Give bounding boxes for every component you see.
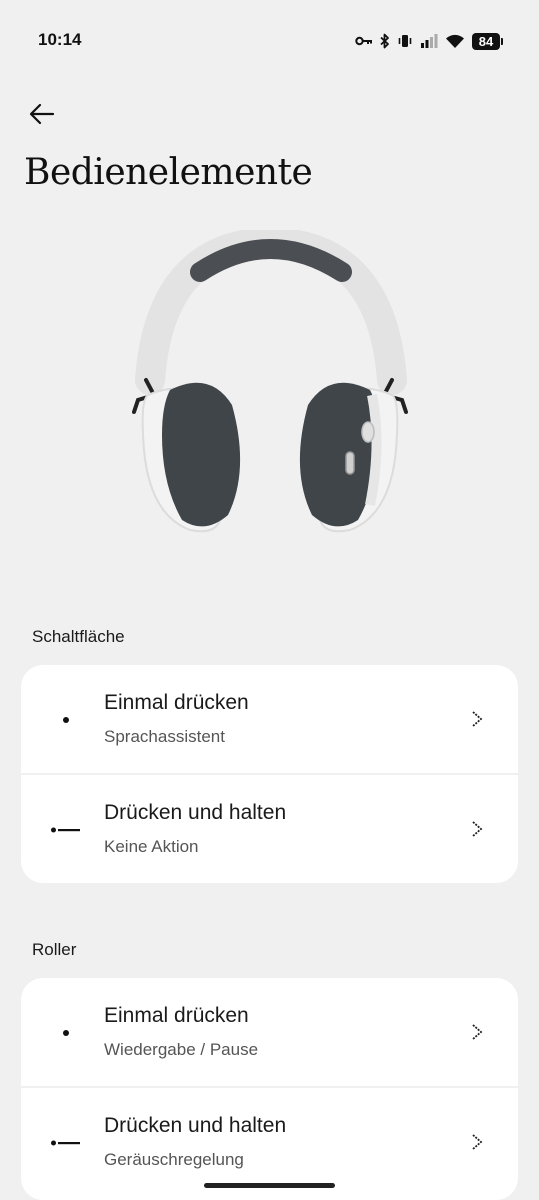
section-label-roller: Roller xyxy=(32,940,77,959)
back-button[interactable] xyxy=(26,98,58,130)
status-bar: 10:14 84 xyxy=(0,0,539,80)
row-roller-press-hold[interactable]: Drücken und halten Geräuschregelung xyxy=(21,1086,518,1196)
row-title: Drücken und halten xyxy=(104,1114,287,1137)
section-label-schaltflaeche: Schaltfläche xyxy=(32,627,125,646)
battery-level: 84 xyxy=(472,32,500,50)
single-press-icon xyxy=(63,1030,69,1036)
row-subtitle: Wiedergabe / Pause xyxy=(104,1040,259,1059)
battery-icon: 84 xyxy=(472,32,503,50)
press-hold-icon xyxy=(51,1140,80,1146)
status-icons: 84 xyxy=(355,30,503,52)
row-roller-single-press[interactable]: Einmal drücken Wiedergabe / Pause xyxy=(21,978,518,1086)
status-time: 10:14 xyxy=(38,30,82,49)
home-indicator[interactable] xyxy=(204,1183,335,1188)
page-title: Bedienelemente xyxy=(24,152,313,193)
settings-card-roller: Einmal drücken Wiedergabe / Pause Drücke… xyxy=(21,978,518,1200)
key-icon xyxy=(355,36,372,46)
signal-icon xyxy=(421,34,438,48)
chevron-right-icon xyxy=(472,711,483,727)
row-subtitle: Keine Aktion xyxy=(104,837,199,856)
row-subtitle: Geräuschregelung xyxy=(104,1150,244,1169)
bluetooth-icon xyxy=(380,33,389,49)
press-hold-icon xyxy=(51,827,80,833)
wifi-icon xyxy=(446,34,464,48)
vibrate-icon xyxy=(398,35,412,47)
row-title: Einmal drücken xyxy=(104,1004,249,1027)
row-button-press-hold[interactable]: Drücken und halten Keine Aktion xyxy=(21,773,518,883)
single-press-icon xyxy=(63,717,69,723)
chevron-right-icon xyxy=(472,821,483,837)
row-button-single-press[interactable]: Einmal drücken Sprachassistent xyxy=(21,665,518,773)
row-title: Drücken und halten xyxy=(104,801,287,824)
row-subtitle: Sprachassistent xyxy=(104,727,225,746)
chevron-right-icon xyxy=(472,1134,483,1150)
row-title: Einmal drücken xyxy=(104,691,249,714)
settings-card-button: Einmal drücken Sprachassistent Drücken u… xyxy=(21,665,518,883)
chevron-right-icon xyxy=(472,1024,483,1040)
arrow-left-icon xyxy=(29,103,55,125)
headphones-image xyxy=(120,226,420,540)
